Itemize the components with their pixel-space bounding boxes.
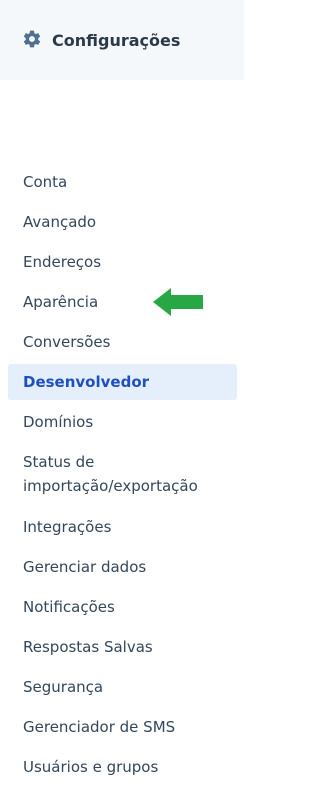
sidebar-item-notificacoes[interactable]: Notificações: [8, 589, 237, 625]
sidebar-item-conversoes[interactable]: Conversões: [8, 324, 237, 360]
sidebar-item-enderecos[interactable]: Endereços: [8, 244, 237, 280]
sidebar-item-status-importacao-exportacao[interactable]: Status de importação/exportação: [8, 450, 237, 498]
sidebar-item-dominios[interactable]: Domínios: [8, 404, 237, 440]
sidebar-header: Configurações: [0, 0, 244, 80]
sidebar-item-conta[interactable]: Conta: [8, 164, 237, 200]
arrow-left-icon: [151, 286, 205, 318]
settings-sidebar: Configurações Conta Avançado Endereços A…: [0, 0, 244, 776]
sidebar-item-integracoes[interactable]: Integrações: [8, 509, 237, 545]
sidebar-item-avancado[interactable]: Avançado: [8, 204, 237, 240]
sidebar-item-respostas-salvas[interactable]: Respostas Salvas: [8, 629, 237, 665]
sidebar-item-seguranca[interactable]: Segurança: [8, 669, 237, 705]
sidebar-item-usuarios-grupos[interactable]: Usuários e grupos: [8, 749, 237, 785]
page-title: Configurações: [52, 30, 181, 50]
sidebar-item-gerenciador-sms[interactable]: Gerenciador de SMS: [8, 709, 237, 745]
sidebar-item-desenvolvedor[interactable]: Desenvolvedor: [8, 364, 237, 400]
sidebar-item-gerenciar-dados[interactable]: Gerenciar dados: [8, 549, 237, 585]
gear-icon: [22, 29, 42, 49]
